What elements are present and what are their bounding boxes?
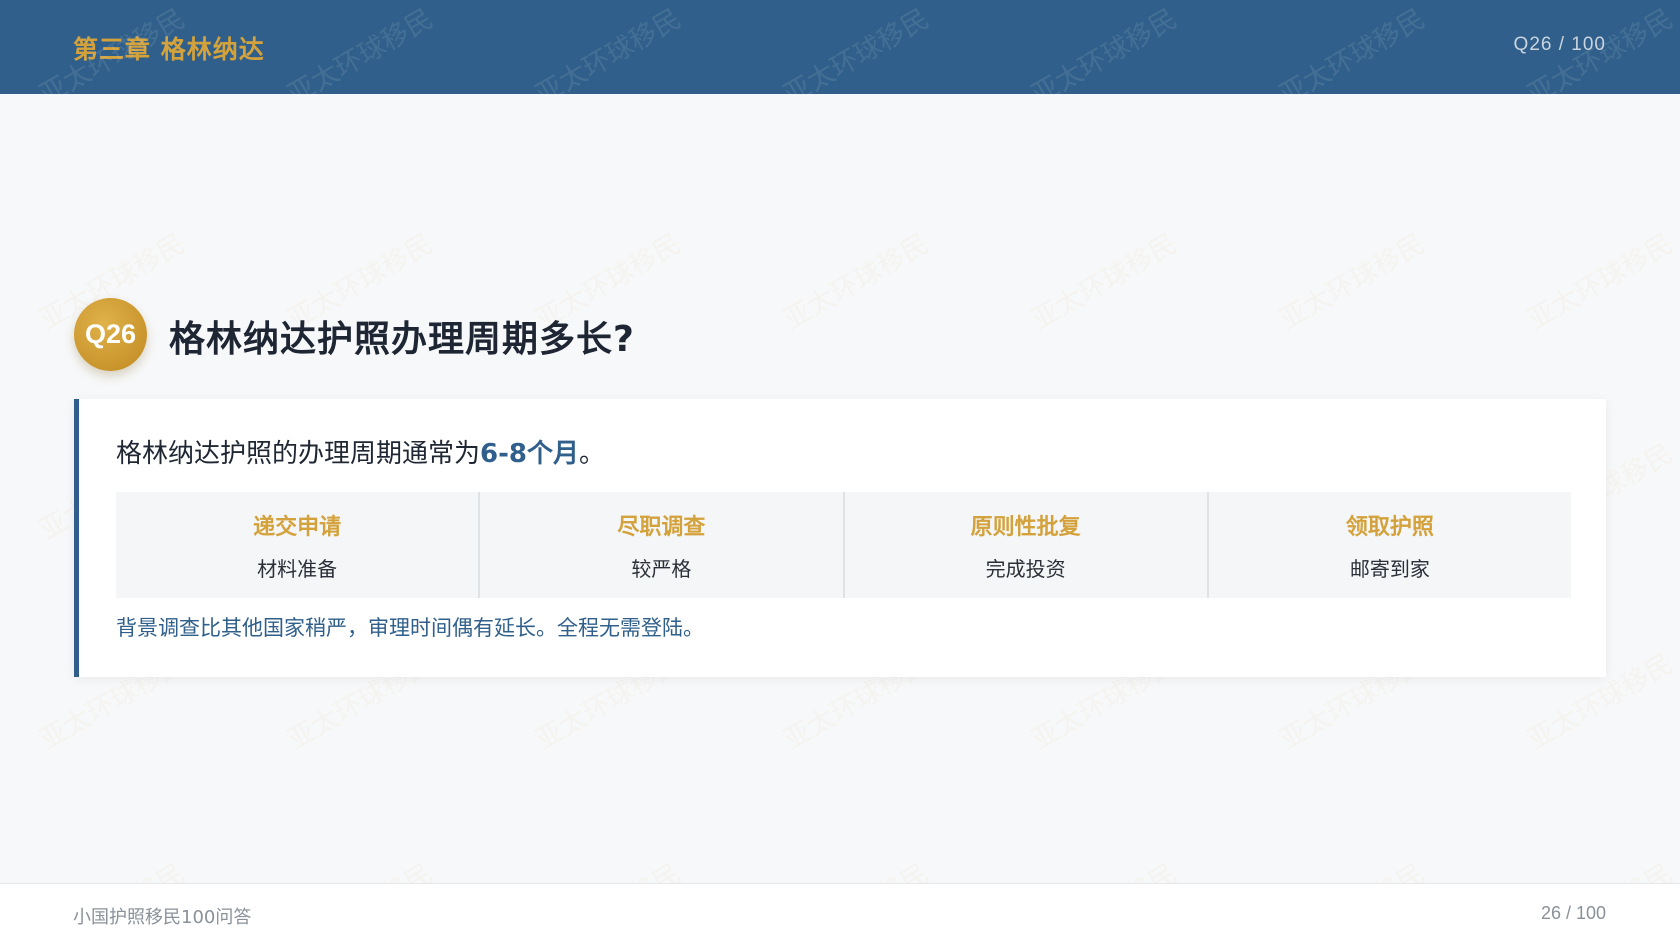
question-badge: Q26 xyxy=(74,298,147,371)
step-submit: 递交申请 材料准备 xyxy=(116,492,481,598)
step-approval: 原则性批复 完成投资 xyxy=(845,492,1209,598)
answer-lead-text: 格林纳达护照的办理周期通常为 xyxy=(116,439,481,469)
step-title: 递交申请 xyxy=(253,514,342,540)
header-bar: 第三章 格林纳达 Q26 / 100 xyxy=(0,0,1680,94)
chapter-title: 第三章 格林纳达 xyxy=(73,35,265,64)
process-steps: 递交申请 材料准备 尽职调查 较严格 原则性批复 完成投资 领取护照 邮寄到家 xyxy=(116,492,1571,598)
watermark-text: 亚太环球移民 xyxy=(778,228,935,337)
question-counter: Q26 / 100 xyxy=(1513,34,1606,55)
step-title: 原则性批复 xyxy=(970,514,1081,540)
question-title: 格林纳达护照办理周期多长? xyxy=(169,319,635,360)
book-title: 小国护照移民100问答 xyxy=(73,907,252,928)
page-number: 26 / 100 xyxy=(1540,903,1606,923)
step-desc: 较严格 xyxy=(631,556,692,581)
step-title: 尽职调查 xyxy=(617,514,706,540)
answer-trail: 。 xyxy=(579,439,606,469)
footer-bar: 小国护照移民100问答 26 / 100 xyxy=(0,883,1680,946)
step-desc: 邮寄到家 xyxy=(1349,556,1430,581)
answer-summary: 格林纳达护照的办理周期通常为6-8个月。 xyxy=(116,433,605,470)
step-collect-passport: 领取护照 邮寄到家 xyxy=(1209,492,1571,598)
watermark-text: 亚太环球移民 xyxy=(1274,228,1431,337)
answer-card: 格林纳达护照的办理周期通常为6-8个月。 递交申请 材料准备 尽职调查 较严格 … xyxy=(74,399,1606,677)
step-desc: 材料准备 xyxy=(257,556,338,581)
step-desc: 完成投资 xyxy=(985,556,1066,581)
watermark-text: 亚太环球移民 xyxy=(1026,228,1183,337)
answer-note: 背景调查比其他国家稍严，审理时间偶有延长。全程无需登陆。 xyxy=(116,616,704,640)
step-due-diligence: 尽职调查 较严格 xyxy=(480,492,845,598)
answer-highlight: 6-8个月 xyxy=(480,439,579,469)
step-title: 领取护照 xyxy=(1345,514,1434,540)
watermark-text: 亚太环球移民 xyxy=(1522,228,1679,337)
